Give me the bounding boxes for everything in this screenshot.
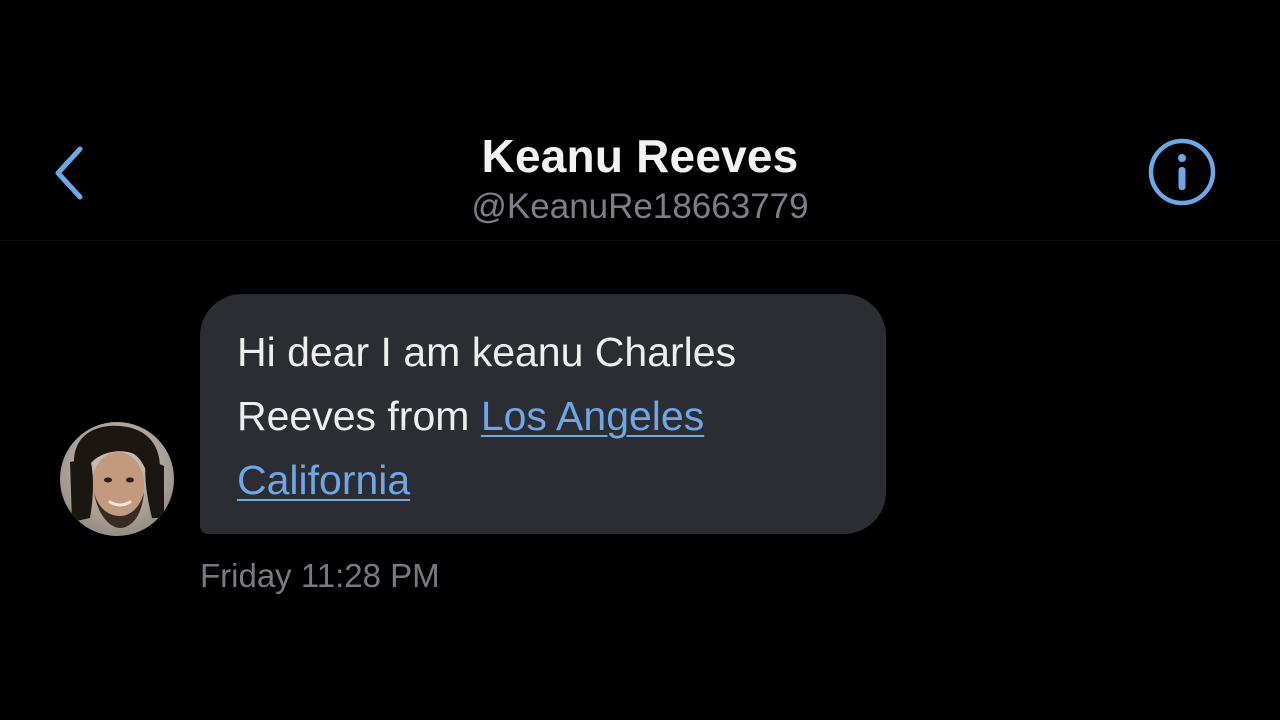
message-bubble[interactable]: Hi dear I am keanu Charles Reeves from L… [200,294,886,534]
message-text: Hi dear I am keanu Charles Reeves from L… [237,320,856,512]
avatar[interactable] [60,422,174,536]
dm-conversation-screen: Keanu Reeves @KeanuRe18663779 Hi dear I … [0,0,1280,720]
contact-name: Keanu Reeves [481,130,799,182]
message-link-los-angeles[interactable]: Los Angeles [481,393,704,439]
contact-handle: @KeanuRe18663779 [471,187,809,226]
info-button[interactable] [1144,136,1220,212]
message-link-california[interactable]: California [237,457,410,503]
chevron-left-icon [50,143,90,208]
conversation-header: Keanu Reeves @KeanuRe18663779 [0,0,1280,241]
contact-title-block[interactable]: Keanu Reeves @KeanuRe18663779 [340,128,940,228]
message-timestamp: Friday 11:28 PM [200,557,440,594]
back-button[interactable] [40,140,100,210]
info-circle-icon [1147,137,1217,212]
